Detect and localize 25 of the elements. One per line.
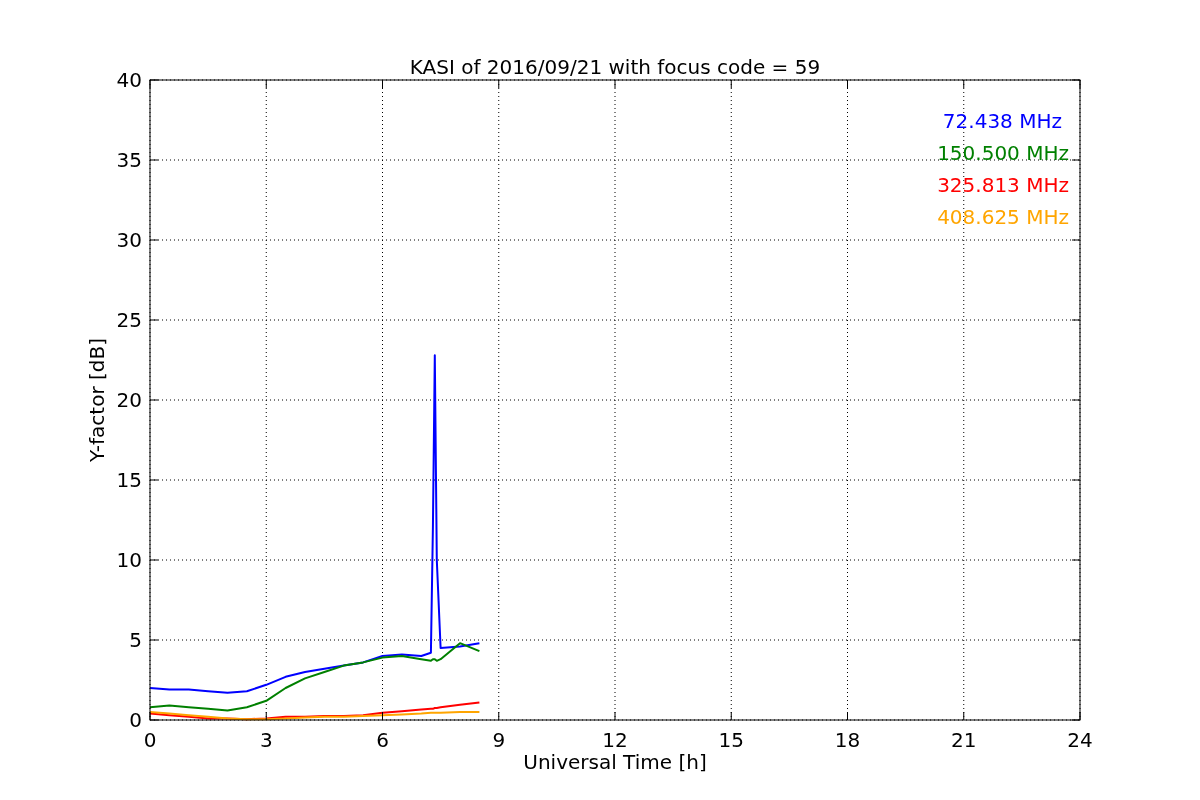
x-tick-label: 18: [834, 728, 861, 752]
y-tick-label: 30: [116, 228, 142, 252]
x-tick-label: 15: [718, 728, 744, 752]
y-tick-label: 20: [116, 388, 142, 412]
y-tick-label: 25: [116, 308, 142, 332]
legend-label: 408.625 MHz: [937, 205, 1069, 229]
y-tick-label: 35: [116, 148, 142, 172]
y-tick-label: 40: [116, 68, 142, 92]
x-tick-label: 0: [143, 728, 157, 752]
y-tick-label: 0: [129, 708, 142, 732]
y-axis-label: Y-factor [dB]: [85, 338, 109, 462]
x-axis-label: Universal Time [h]: [523, 750, 707, 774]
x-tick-label: 12: [602, 728, 628, 752]
legend-label: 325.813 MHz: [937, 173, 1069, 197]
y-tick-label: 15: [116, 468, 142, 492]
y-tick-label: 5: [129, 628, 142, 652]
y-tick-label: 10: [116, 548, 142, 572]
x-tick-label: 24: [1067, 728, 1093, 752]
x-tick-label: 6: [376, 728, 389, 752]
legend-label: 72.438 MHz: [942, 109, 1062, 133]
x-tick-label: 3: [259, 728, 273, 752]
legend-label: 150.500 MHz: [937, 141, 1069, 165]
chart-title: KASI of 2016/09/21 with focus code = 59: [409, 55, 821, 79]
x-tick-label: 21: [951, 728, 977, 752]
x-tick-label: 9: [492, 728, 506, 752]
